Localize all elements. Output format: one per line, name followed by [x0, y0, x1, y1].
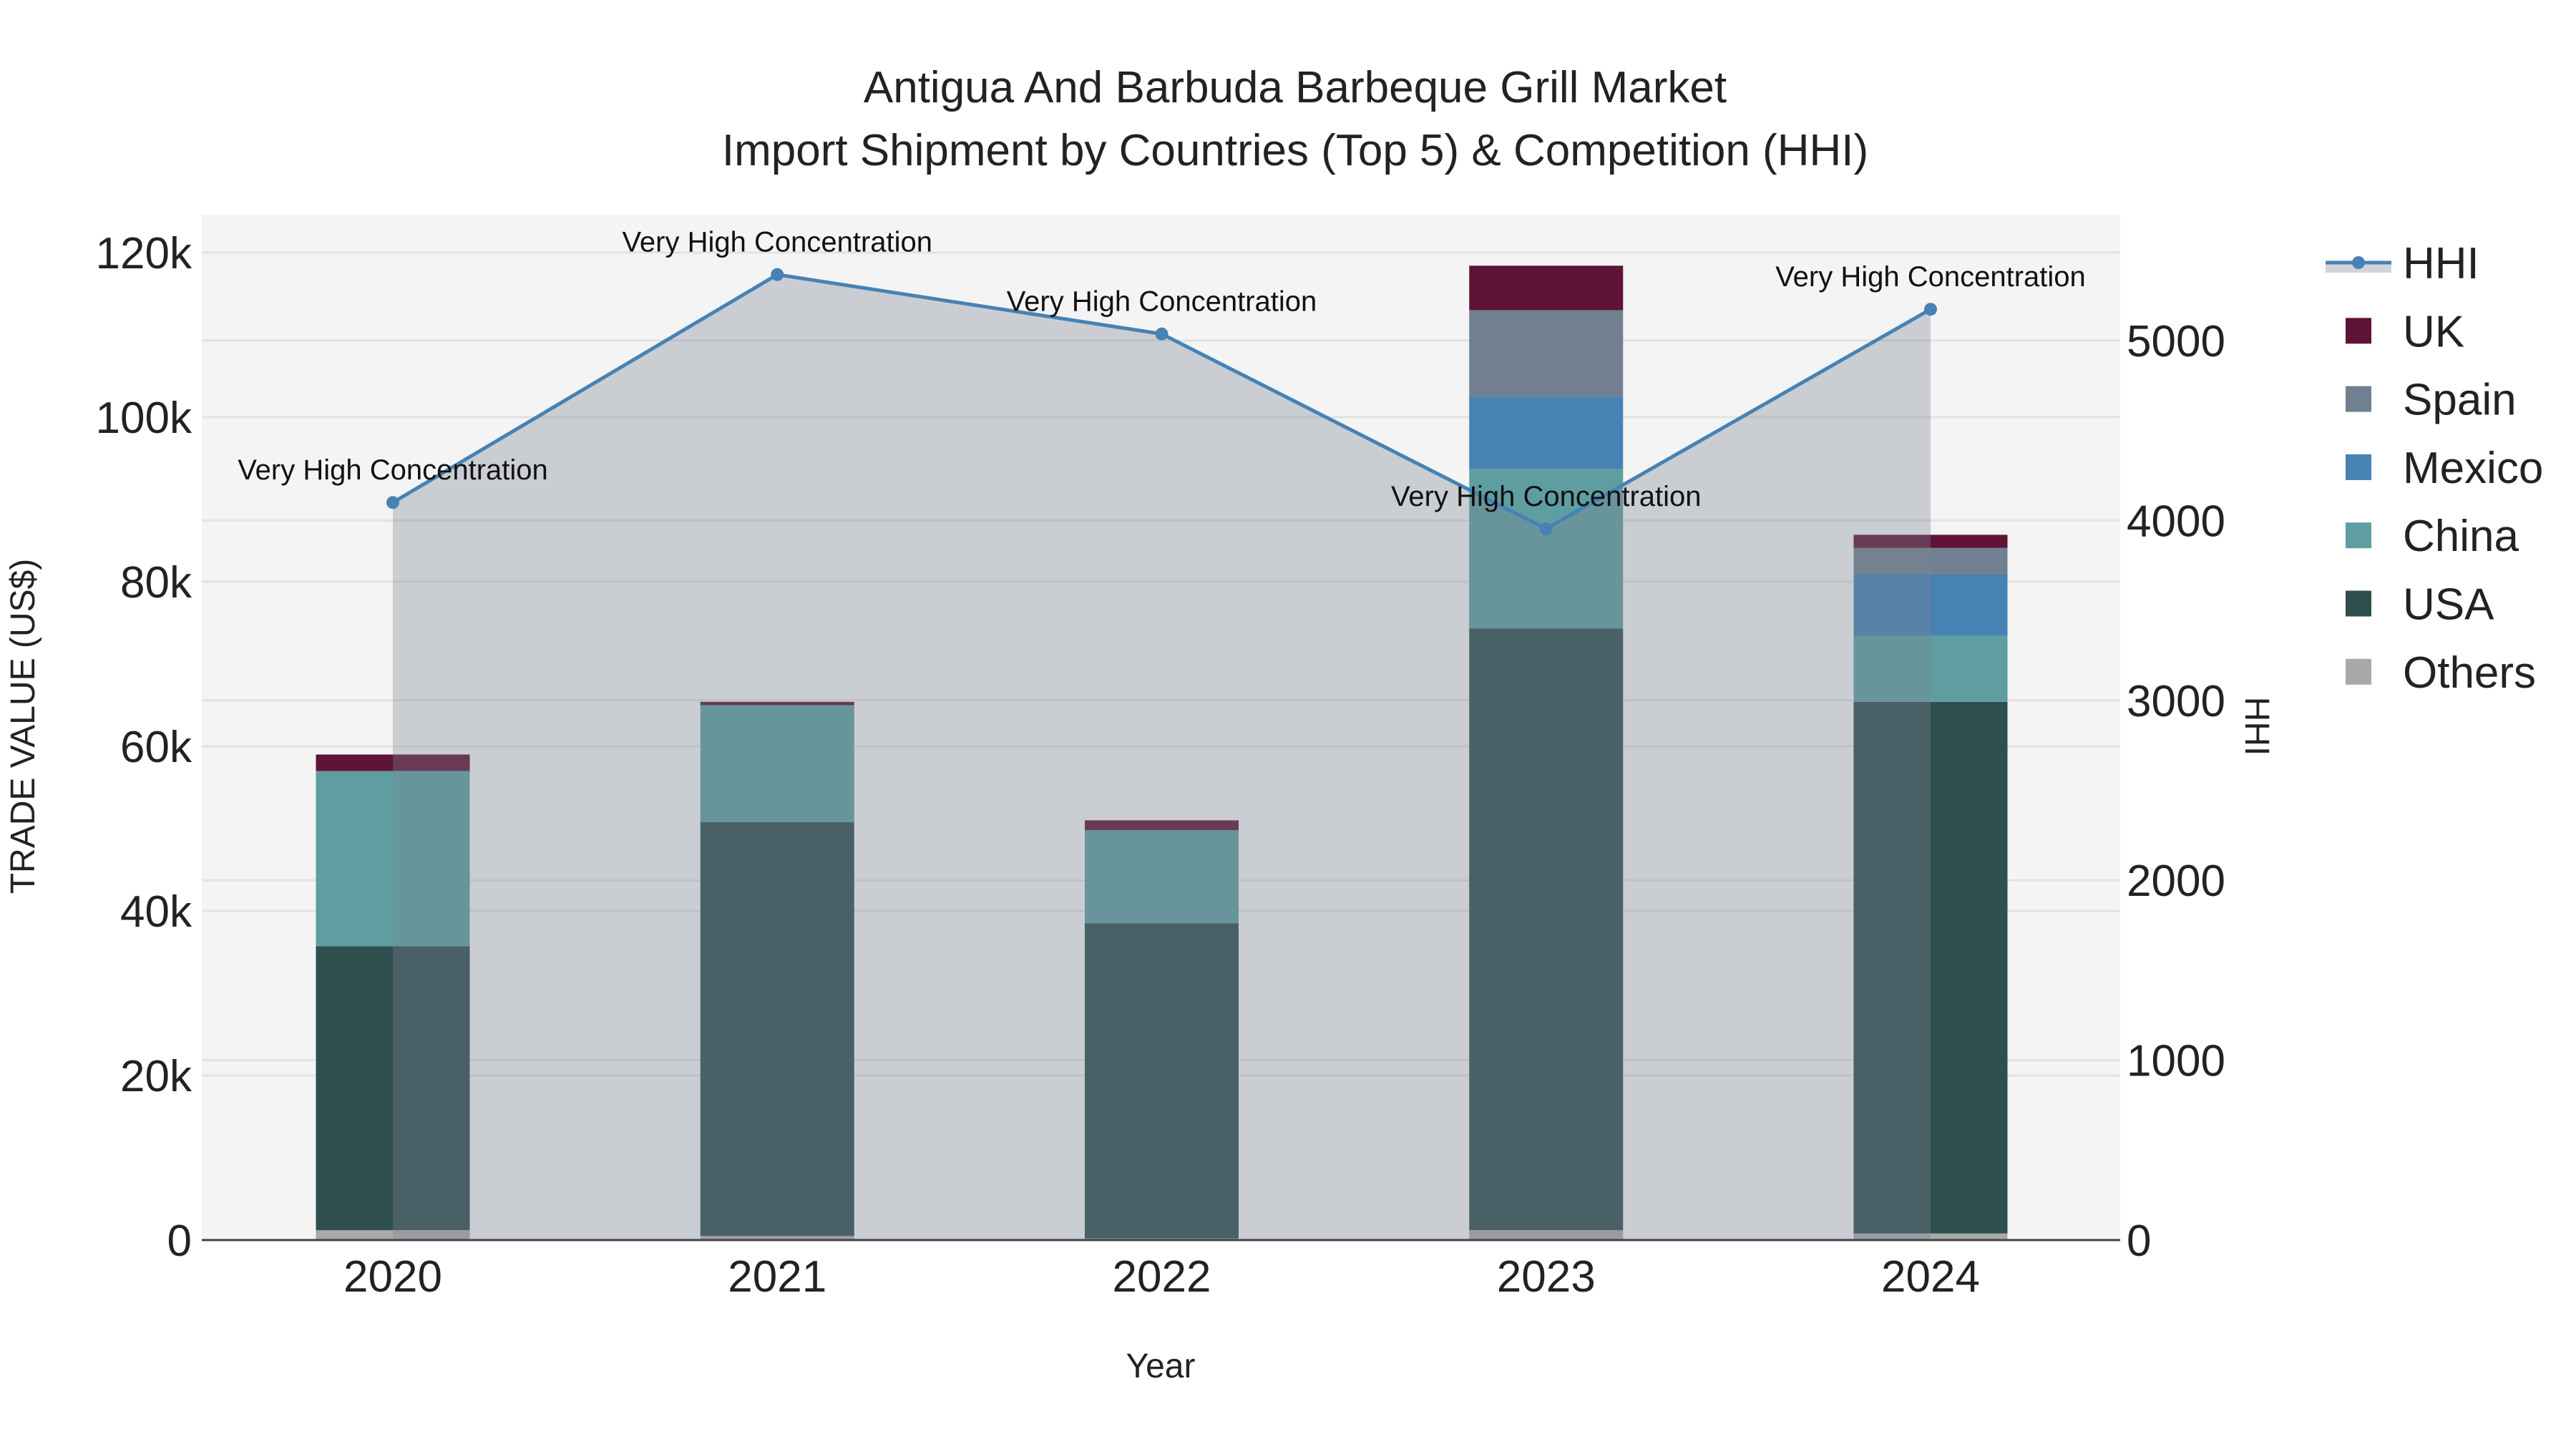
y2-axis-title: HHI [2238, 697, 2275, 756]
legend: HHI UK Spain Mexico China USA Others [2326, 239, 2543, 698]
y2-tick-label: 2000 [2127, 857, 2225, 906]
legend-item-mexico[interactable]: Mexico [2346, 444, 2543, 493]
x-axis-title: Year [1126, 1347, 1196, 1385]
hhi-annotation: Very High Concentration [622, 227, 932, 258]
y-tick-label: 80k [120, 558, 192, 608]
y-tick-label: 60k [120, 723, 192, 772]
x-tick-label: 2023 [1497, 1252, 1596, 1302]
y-tick-label: 100k [96, 394, 192, 443]
legend-item-usa[interactable]: USA [2346, 580, 2494, 630]
legend-swatch [2346, 386, 2371, 412]
legend-swatch [2346, 454, 2371, 480]
x-tick-label: 2020 [343, 1252, 442, 1302]
legend-swatch [2346, 658, 2371, 685]
y-tick-label: 0 [167, 1216, 192, 1266]
legend-swatch [2346, 590, 2371, 617]
legend-label: China [2403, 512, 2519, 561]
legend-item-hhi[interactable]: HHI [2326, 239, 2479, 288]
x-tick-label: 2024 [1881, 1252, 1980, 1302]
hhi-point-2020 [386, 496, 399, 509]
legend-item-china[interactable]: China [2346, 512, 2519, 561]
hhi-annotation: Very High Concentration [238, 454, 548, 486]
y2-tick-label: 3000 [2127, 677, 2225, 726]
y-tick-label: 40k [120, 887, 192, 937]
legend-hhi-marker [2352, 256, 2365, 269]
chart: Very High Concentration Very High Concent… [4, 63, 2543, 1385]
bar-mexico-2023 [1469, 396, 1624, 469]
hhi-annotation: Very High Concentration [1391, 481, 1702, 512]
hhi-point-2023 [1539, 522, 1553, 535]
hhi-point-2021 [771, 268, 784, 281]
hhi-annotation: Very High Concentration [1007, 286, 1317, 318]
legend-swatch [2346, 522, 2371, 549]
hhi-annotation: Very High Concentration [1775, 261, 2086, 293]
chart-title: Antigua And Barbuda Barbeque Grill Marke… [864, 63, 1727, 112]
bar-uk-2023 [1469, 265, 1624, 311]
y-tick-label: 20k [120, 1052, 192, 1101]
y2-tick-label: 4000 [2127, 497, 2225, 546]
legend-label: Spain [2403, 376, 2517, 425]
legend-item-others[interactable]: Others [2346, 648, 2536, 698]
hhi-point-2022 [1155, 327, 1169, 341]
y2-tick-label: 1000 [2127, 1037, 2225, 1086]
y2-tick-label: 5000 [2127, 317, 2225, 366]
legend-item-uk[interactable]: UK [2346, 307, 2464, 356]
hhi-point-2024 [1924, 303, 1937, 316]
legend-swatch [2346, 318, 2371, 344]
chart-subtitle: Import Shipment by Countries (Top 5) & C… [722, 126, 1868, 175]
x-tick-label: 2021 [728, 1252, 826, 1302]
legend-label: USA [2403, 580, 2494, 630]
legend-label: Others [2403, 648, 2536, 698]
y2-tick-label: 0 [2127, 1216, 2151, 1266]
legend-item-spain[interactable]: Spain [2346, 376, 2517, 425]
y-axis-title: TRADE VALUE (US$) [4, 559, 42, 894]
legend-label: HHI [2403, 239, 2479, 288]
legend-label: Mexico [2403, 444, 2543, 493]
legend-label: UK [2403, 307, 2464, 356]
x-tick-label: 2022 [1113, 1252, 1211, 1302]
bar-spain-2023 [1469, 310, 1624, 397]
y-tick-label: 120k [96, 229, 192, 278]
